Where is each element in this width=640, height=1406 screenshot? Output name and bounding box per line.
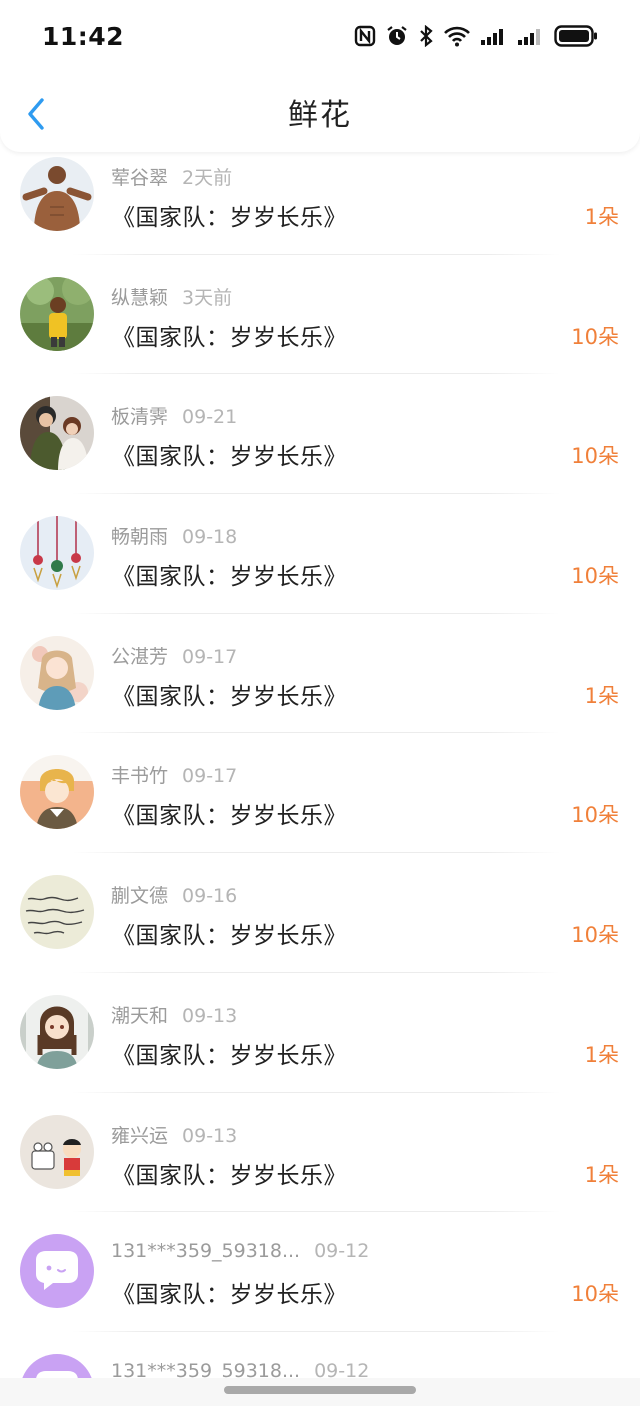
alarm-icon xyxy=(385,25,409,47)
handwriting-image-icon xyxy=(20,875,94,950)
avatar[interactable] xyxy=(20,516,94,591)
avatar[interactable] xyxy=(20,635,94,710)
item-meta: 纵慧颖 3天前 xyxy=(111,283,232,310)
avatar[interactable] xyxy=(20,396,94,471)
avatar[interactable] xyxy=(20,157,94,231)
gift-record-list: 荤谷翠 2天前 《国家队：岁岁长乐》 1朵 纵慧颖 3天前 《国家队：岁岁长乐》 1… xyxy=(0,135,640,1406)
flower-count: 10朵 xyxy=(571,923,619,948)
work-title: 《国家队：岁岁长乐》 xyxy=(112,803,347,830)
item-date: 09-16 xyxy=(182,885,238,908)
user-name: 公湛芳 xyxy=(111,645,169,668)
signal-icon-sim1 xyxy=(480,25,508,47)
avatar[interactable] xyxy=(20,994,94,1069)
status-bar: 11:42 xyxy=(0,0,640,72)
wifi-icon xyxy=(443,25,471,47)
couple-photo-icon xyxy=(20,396,94,471)
flower-count: 10朵 xyxy=(571,803,619,828)
work-title: 《国家队：岁岁长乐》 xyxy=(112,683,347,710)
bluetooth-icon xyxy=(418,25,434,47)
flower-count: 1朵 xyxy=(584,1042,619,1067)
item-meta: 公湛芳 09-17 xyxy=(111,642,237,669)
user-name: 131***359_59318... xyxy=(111,1240,301,1263)
item-meta: 蒯文德 09-16 xyxy=(111,881,237,908)
status-time: 11:42 xyxy=(42,21,125,51)
signal-icon-sim2 xyxy=(517,25,545,47)
list-item[interactable]: 公湛芳 09-17 《国家队：岁岁长乐》 1朵 xyxy=(0,614,640,734)
user-name: 蒯文德 xyxy=(111,885,169,908)
nfc-icon xyxy=(354,25,376,47)
user-name: 板清霁 xyxy=(111,406,169,429)
home-indicator[interactable] xyxy=(224,1386,416,1394)
list-item[interactable]: 板清霁 09-21 《国家队：岁岁长乐》 10朵 xyxy=(0,374,640,495)
flower-count: 10朵 xyxy=(571,444,619,469)
anime-girl-braids-icon xyxy=(20,994,94,1069)
avatar[interactable] xyxy=(20,755,94,830)
list-item[interactable]: 畅朝雨 09-18 《国家队：岁岁长乐》 10朵 xyxy=(0,494,640,614)
list-item[interactable]: 丰书竹 09-17 《国家队：岁岁长乐》 10朵 xyxy=(0,733,640,854)
list-item[interactable]: 纵慧颖 3天前 《国家队：岁岁长乐》 10朵 xyxy=(0,255,640,375)
flower-count: 1朵 xyxy=(584,683,619,708)
back-button[interactable] xyxy=(14,92,58,136)
navigation-header: 鲜花 xyxy=(0,72,640,152)
user-name: 雍兴运 xyxy=(111,1124,169,1147)
user-name: 丰书竹 xyxy=(111,765,169,788)
item-meta: 荤谷翠 2天前 xyxy=(111,163,232,190)
work-title: 《国家队：岁岁长乐》 xyxy=(112,205,347,231)
item-date: 09-17 xyxy=(182,765,238,788)
list-item[interactable]: 131***359_59318... 09-12 《国家队：岁岁长乐》 10朵 xyxy=(0,1212,640,1332)
ornaments-photo-icon xyxy=(20,516,94,591)
list-item[interactable]: 雍兴运 09-13 《国家队：岁岁长乐》 1朵 xyxy=(0,1093,640,1213)
flower-count: 10朵 xyxy=(571,564,619,589)
page-title: 鲜花 xyxy=(288,98,352,133)
chevron-left-icon xyxy=(28,98,44,130)
avatar[interactable] xyxy=(20,276,94,351)
item-date: 3天前 xyxy=(182,286,233,309)
list-item[interactable]: 荤谷翠 2天前 《国家队：岁岁长乐》 1朵 xyxy=(0,135,640,255)
item-meta: 潮天和 09-13 xyxy=(111,1001,237,1028)
list-item[interactable]: 蒯文德 09-16 《国家队：岁岁长乐》 10朵 xyxy=(0,853,640,973)
person-photo-icon xyxy=(20,157,94,231)
anime-girl-art-icon xyxy=(20,635,94,710)
default-chat-avatar-icon xyxy=(20,1234,94,1309)
work-title: 《国家队：岁岁长乐》 xyxy=(112,324,347,351)
user-name: 纵慧颖 xyxy=(111,286,169,309)
item-date: 09-12 xyxy=(314,1240,370,1263)
avatar[interactable] xyxy=(20,1234,94,1309)
avatar[interactable] xyxy=(20,1114,94,1189)
anime-boy-art-icon xyxy=(20,755,94,830)
item-date: 09-21 xyxy=(182,406,238,429)
user-name: 畅朝雨 xyxy=(111,526,169,549)
item-date: 09-17 xyxy=(182,645,238,668)
screen: 11:42 鲜花 荤谷翠 2天前 《国家队：岁岁长乐》 1朵 纵慧颖 3天前 《… xyxy=(0,0,640,1406)
work-title: 《国家队：岁岁长乐》 xyxy=(112,1162,347,1189)
list-item[interactable]: 潮天和 09-13 《国家队：岁岁长乐》 1朵 xyxy=(0,973,640,1093)
item-meta: 畅朝雨 09-18 xyxy=(111,522,237,549)
item-meta: 雍兴运 09-13 xyxy=(111,1121,237,1148)
item-meta: 131***359_59318... 09-12 xyxy=(111,1240,369,1262)
work-title: 《国家队：岁岁长乐》 xyxy=(112,1282,347,1309)
work-title: 《国家队：岁岁长乐》 xyxy=(112,444,347,471)
flower-count: 1朵 xyxy=(584,1162,619,1187)
user-name: 潮天和 xyxy=(111,1004,169,1027)
flower-count: 10朵 xyxy=(571,1282,619,1307)
child-photo-icon xyxy=(20,276,94,351)
avatar[interactable] xyxy=(20,875,94,950)
work-title: 《国家队：岁岁长乐》 xyxy=(112,1042,347,1069)
item-date: 09-18 xyxy=(182,526,238,549)
work-title: 《国家队：岁岁长乐》 xyxy=(112,564,347,591)
user-name: 荤谷翠 xyxy=(111,167,169,189)
flower-count: 10朵 xyxy=(571,324,619,349)
flower-count: 1朵 xyxy=(584,205,619,229)
cartoon-image-icon xyxy=(20,1114,94,1189)
item-meta: 丰书竹 09-17 xyxy=(111,761,237,788)
work-title: 《国家队：岁岁长乐》 xyxy=(112,923,347,950)
status-icons xyxy=(354,24,598,48)
item-date: 09-13 xyxy=(182,1124,238,1147)
item-meta: 板清霁 09-21 xyxy=(111,402,237,429)
battery-icon xyxy=(554,24,598,48)
item-date: 2天前 xyxy=(182,167,233,189)
item-date: 09-13 xyxy=(182,1004,238,1027)
